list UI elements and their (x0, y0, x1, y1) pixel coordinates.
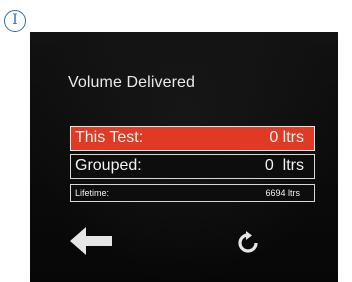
this-test-row: This Test: 0 ltrs (70, 126, 315, 151)
this-test-value: 0 ltrs (269, 129, 304, 146)
lifetime-value: 6694 ltrs (265, 188, 300, 198)
refresh-button[interactable] (236, 231, 260, 255)
grouped-label: Grouped: (75, 157, 142, 174)
arrow-left-icon (70, 227, 112, 255)
device-screen: Volume Delivered This Test: 0 ltrs Group… (30, 32, 338, 282)
lifetime-row: Lifetime: 6694 ltrs (70, 184, 315, 202)
lifetime-label: Lifetime: (75, 188, 110, 198)
back-button[interactable] (68, 224, 114, 258)
grouped-value: 0 ltrs (264, 157, 304, 174)
this-test-label: This Test: (75, 129, 144, 146)
grouped-row: Grouped: 0 ltrs (70, 154, 315, 179)
step-marker-badge: I (4, 10, 26, 32)
page-title: Volume Delivered (68, 74, 195, 91)
page: I Volume Delivered This Test: 0 ltrs Gro… (0, 0, 352, 282)
refresh-icon (238, 231, 258, 253)
